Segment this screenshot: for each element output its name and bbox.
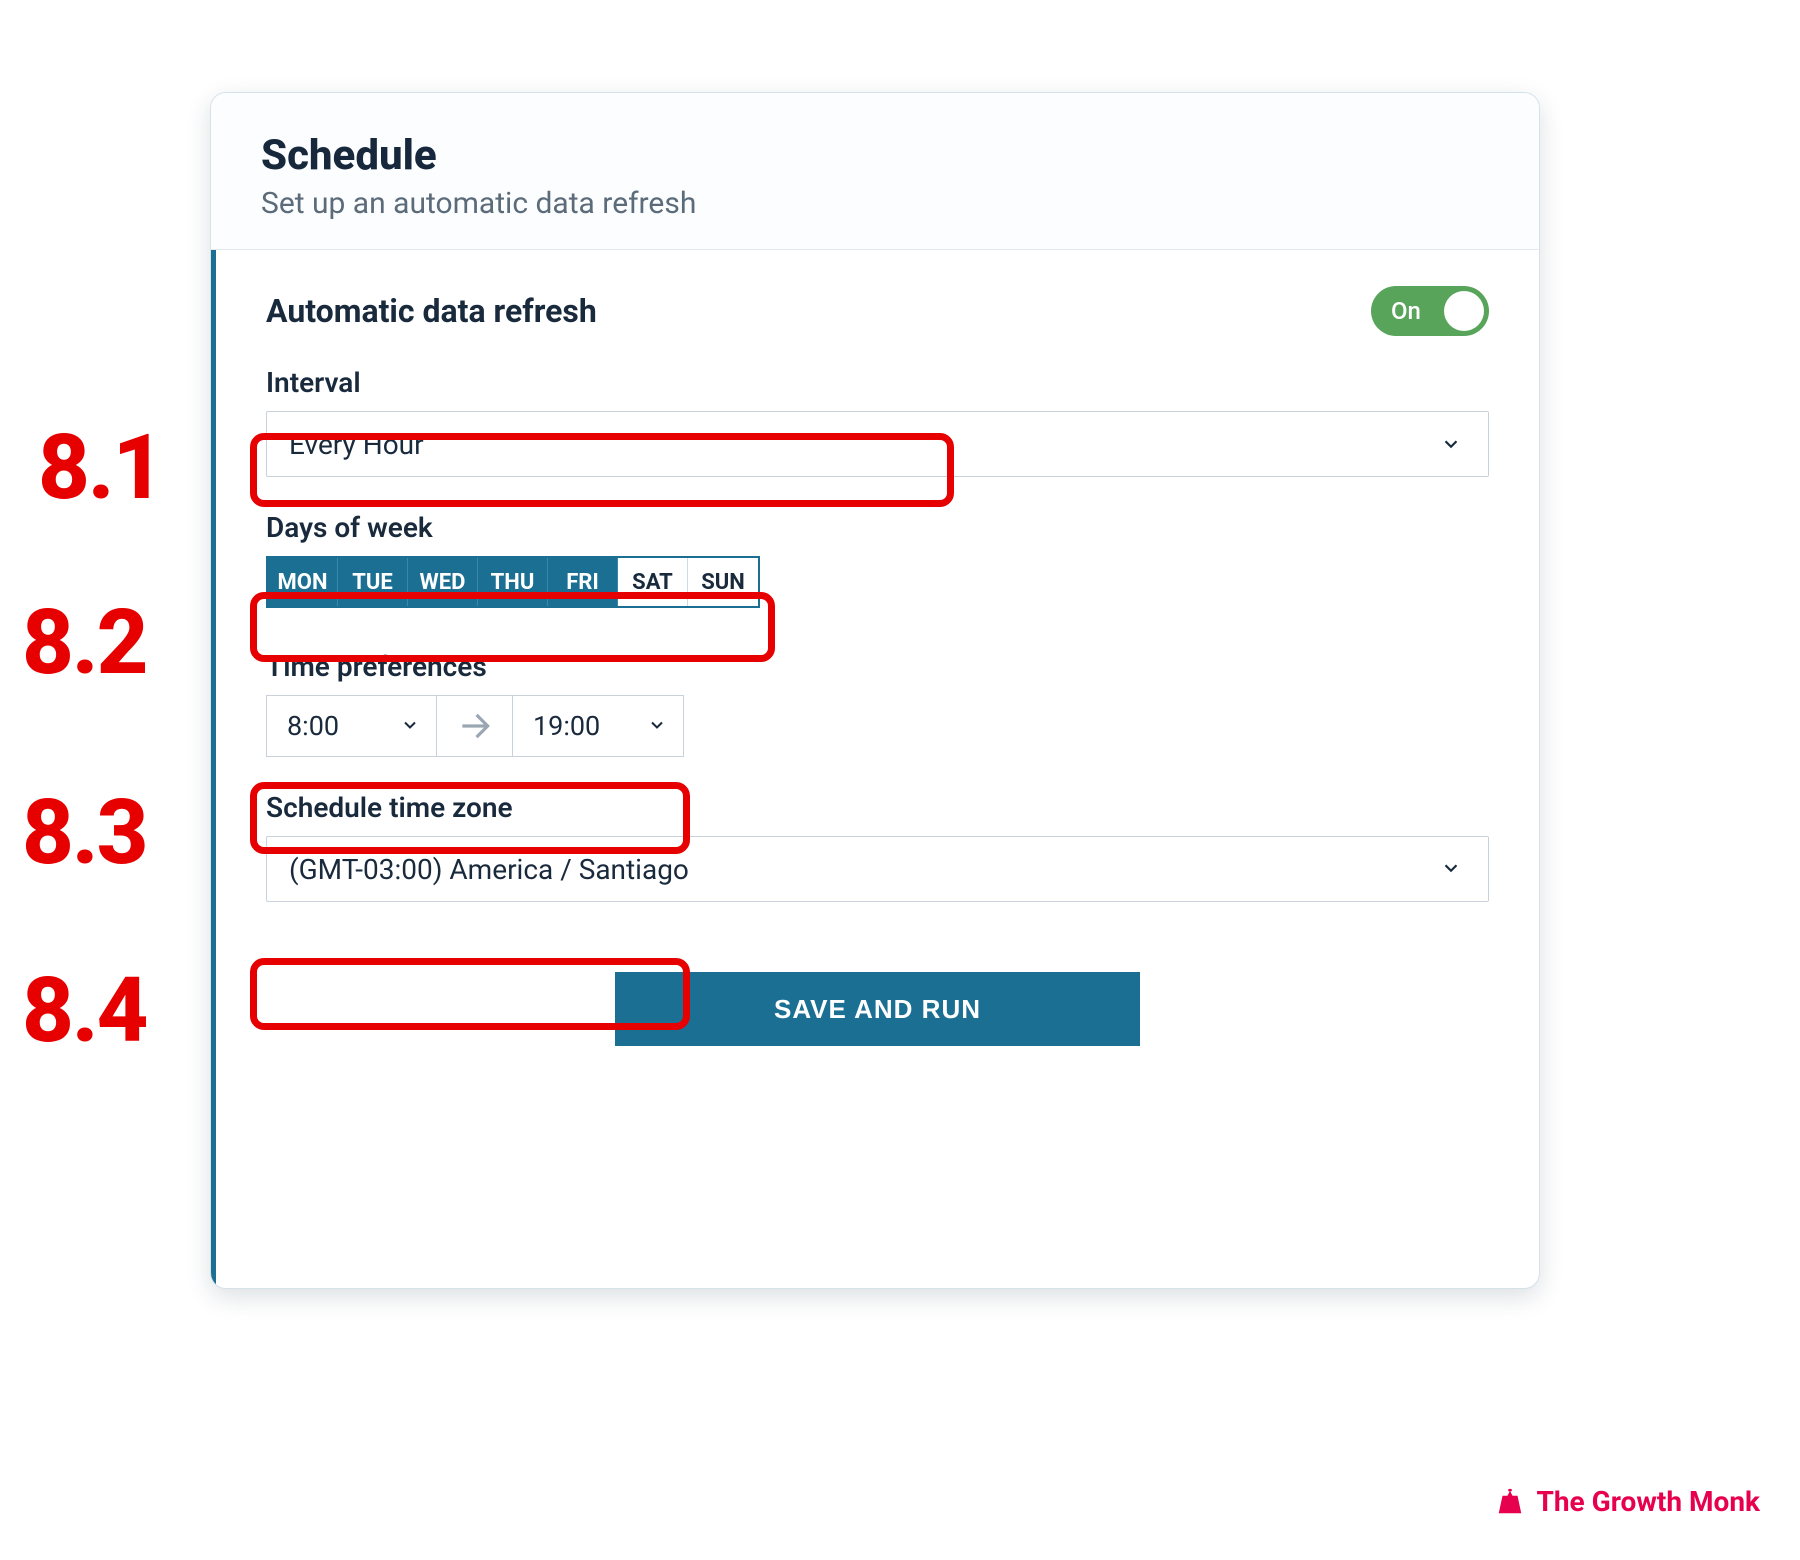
toggle-state-label: On: [1391, 297, 1421, 325]
days-row: MON TUE WED THU FRI SAT SUN: [266, 556, 760, 608]
day-tue[interactable]: TUE: [338, 558, 408, 606]
annotation-8-3: 8.3: [22, 780, 146, 885]
time-to-select[interactable]: 19:00: [513, 696, 683, 756]
annotation-8-1: 8.1: [38, 415, 162, 520]
time-to-value: 19:00: [533, 710, 600, 742]
timezone-select[interactable]: (GMT-03:00) America / Santiago: [266, 836, 1489, 902]
timezone-field: Schedule time zone (GMT-03:00) America /…: [266, 791, 1489, 902]
chevron-down-icon: [1440, 433, 1462, 455]
timezone-label: Schedule time zone: [266, 791, 1489, 824]
schedule-card: Schedule Set up an automatic data refres…: [210, 92, 1540, 1289]
brand-badge: The Growth Monk: [1495, 1485, 1760, 1518]
card-header: Schedule Set up an automatic data refres…: [211, 93, 1539, 250]
time-from-select[interactable]: 8:00: [267, 696, 437, 756]
day-thu[interactable]: THU: [478, 558, 548, 606]
auto-refresh-toggle[interactable]: On: [1371, 286, 1489, 336]
card-subtitle: Set up an automatic data refresh: [261, 186, 1489, 221]
save-and-run-button[interactable]: SAVE AND RUN: [615, 972, 1140, 1046]
arrow-right-icon: [437, 696, 513, 756]
day-fri[interactable]: FRI: [548, 558, 618, 606]
card-title: Schedule: [261, 131, 1489, 180]
days-field: Days of week MON TUE WED THU FRI SAT SUN: [266, 511, 1489, 608]
day-mon[interactable]: MON: [268, 558, 338, 606]
day-sat[interactable]: SAT: [618, 558, 688, 606]
interval-select[interactable]: Every Hour: [266, 411, 1489, 477]
time-pref-field: Time preferences 8:00 19:00: [266, 650, 1489, 757]
time-pref-label: Time preferences: [266, 650, 1489, 683]
time-pref-row: 8:00 19:00: [266, 695, 684, 757]
weight-icon: [1495, 1487, 1525, 1517]
interval-label: Interval: [266, 366, 1489, 399]
brand-name: The Growth Monk: [1537, 1485, 1760, 1518]
chevron-down-icon: [647, 710, 667, 742]
chevron-down-icon: [400, 710, 420, 742]
card-body: Automatic data refresh On Interval Every…: [211, 250, 1539, 1287]
chevron-down-icon: [1440, 853, 1462, 886]
day-wed[interactable]: WED: [408, 558, 478, 606]
auto-refresh-label: Automatic data refresh: [266, 292, 597, 330]
auto-refresh-row: Automatic data refresh On: [266, 286, 1489, 336]
days-label: Days of week: [266, 511, 1489, 544]
interval-field: Interval Every Hour: [266, 366, 1489, 477]
day-sun[interactable]: SUN: [688, 558, 758, 606]
annotation-8-2: 8.2: [22, 590, 146, 695]
time-from-value: 8:00: [287, 710, 339, 742]
annotation-8-4: 8.4: [22, 958, 146, 1063]
interval-value: Every Hour: [289, 428, 424, 461]
timezone-value: (GMT-03:00) America / Santiago: [289, 853, 689, 886]
toggle-knob: [1444, 291, 1484, 331]
